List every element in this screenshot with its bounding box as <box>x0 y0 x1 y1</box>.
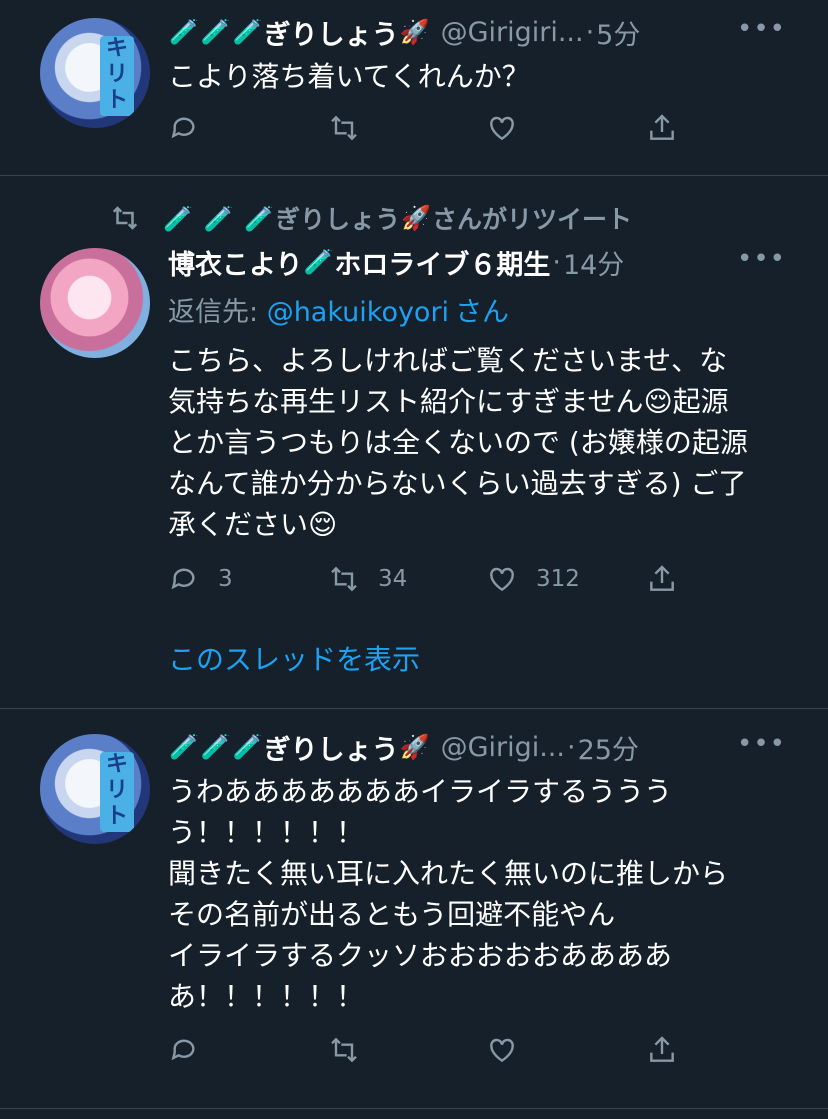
test-tube-emoji-icon: 🧪 <box>244 205 275 233</box>
share-button[interactable] <box>646 1034 678 1066</box>
show-thread-link[interactable]: このスレッドを表示 <box>168 638 420 678</box>
tweet-text: こちら、よろしければご覧くださいませ、な 気持ちな再生リスト紹介にすぎません😌起… <box>168 344 748 541</box>
rocket-emoji-icon: 🚀 <box>401 204 432 232</box>
reply-count: 3 <box>218 566 233 592</box>
tweet-text: うわあああああああイライラするううう う！！！！！！ 聞きたく無い耳に入れたく無… <box>168 775 729 1013</box>
like-button[interactable] <box>486 1034 536 1066</box>
reply-button[interactable] <box>168 112 218 144</box>
share-icon <box>650 1036 674 1062</box>
retweet-icon <box>331 566 357 592</box>
action-bar: 3 34 312 <box>168 563 688 599</box>
test-tube-emoji-icon: 🧪 <box>163 205 193 233</box>
share-button[interactable] <box>646 112 678 144</box>
reply-prefix: 返信先: <box>168 297 267 328</box>
reply-icon <box>171 568 195 590</box>
timestamp[interactable]: 5分 <box>596 13 640 52</box>
display-name[interactable]: 博衣こより <box>168 243 302 282</box>
test-tube-emoji-icon: 🧪 <box>303 248 334 276</box>
more-options-icon[interactable]: ••• <box>737 14 786 44</box>
user-handle[interactable]: @Girigi... <box>441 732 565 763</box>
test-tube-emoji-icon: 🧪 <box>200 18 231 46</box>
like-button[interactable] <box>486 112 536 144</box>
tweet-header: 🧪 🧪 🧪 ぎりしょう 🚀 @Girigiri... · 5分 <box>168 12 640 52</box>
more-options-icon[interactable]: ••• <box>737 729 786 759</box>
avatar-tag: キリト <box>100 752 134 832</box>
heart-icon <box>490 1038 514 1063</box>
rocket-emoji-icon: 🚀 <box>399 733 430 761</box>
reply-icon <box>171 117 195 139</box>
reply-icon <box>171 1039 195 1061</box>
retweet-icon <box>112 206 138 230</box>
test-tube-emoji-icon: 🧪 <box>232 18 263 46</box>
tweet-3[interactable]: キリト 🧪 🧪 🧪 ぎりしょう 🚀 @Girigi... · 25分 ••• う… <box>0 709 828 1109</box>
timestamp[interactable]: 14分 <box>563 243 624 282</box>
share-icon <box>650 565 674 591</box>
reply-suffix: さん <box>455 297 510 328</box>
divider <box>0 1108 828 1109</box>
retweet-icon <box>331 115 357 141</box>
action-bar <box>168 1034 688 1070</box>
tweet-header: 🧪 🧪 🧪 ぎりしょう 🚀 @Girigi... · 25分 <box>168 727 639 767</box>
retweeter-name[interactable]: ぎりしょう <box>275 200 400 236</box>
retweet-count: 34 <box>378 566 408 592</box>
test-tube-emoji-icon: 🧪 <box>169 733 199 761</box>
test-tube-emoji-icon: 🧪 <box>169 18 199 46</box>
user-handle[interactable]: @Girigiri... <box>441 17 584 48</box>
reply-handle-link[interactable]: @hakuikoyori <box>267 297 449 328</box>
tweet-2[interactable]: 🧪 🧪 🧪 ぎりしょう 🚀 さんがリツイート 博衣こより 🧪 ホロライブ６期生 … <box>0 176 828 708</box>
display-name-suffix[interactable]: ホロライブ６期生 <box>334 243 550 282</box>
avatar-tag: キリト <box>100 36 134 116</box>
reply-button[interactable]: 3 <box>168 563 233 595</box>
heart-icon <box>490 567 514 592</box>
retweet-button[interactable]: 34 <box>328 563 407 595</box>
share-button[interactable] <box>646 563 678 595</box>
tweet-header: 博衣こより 🧪 ホロライブ６期生 · 14分 <box>168 242 624 282</box>
more-options-icon[interactable]: ••• <box>737 244 786 274</box>
retweet-suffix: さんがリツイート <box>432 205 633 234</box>
reply-button[interactable] <box>168 1034 218 1066</box>
separator-dot: · <box>585 16 595 48</box>
heart-icon <box>490 116 514 141</box>
tweet-text: こより落ち着いてくれんか？ <box>168 60 530 93</box>
separator-dot: · <box>566 731 576 763</box>
tweet-1[interactable]: キリト 🧪 🧪 🧪 ぎりしょう 🚀 @Girigiri... · 5分 ••• … <box>0 0 828 175</box>
share-icon <box>650 114 674 140</box>
retweet-context: 🧪 🧪 🧪 ぎりしょう 🚀 さんがリツイート <box>110 200 632 236</box>
retweet-button[interactable] <box>328 1034 378 1066</box>
display-name[interactable]: ぎりしょう <box>264 728 399 767</box>
reply-context: 返信先: @hakuikoyori さん <box>168 290 509 329</box>
like-button[interactable]: 312 <box>486 563 580 595</box>
test-tube-emoji-icon: 🧪 <box>203 205 234 233</box>
test-tube-emoji-icon: 🧪 <box>232 733 263 761</box>
retweet-icon <box>331 1037 357 1063</box>
avatar[interactable] <box>40 248 150 358</box>
avatar[interactable]: キリト <box>40 18 150 128</box>
test-tube-emoji-icon: 🧪 <box>200 733 231 761</box>
avatar[interactable]: キリト <box>40 734 150 844</box>
separator-dot: · <box>552 246 561 278</box>
rocket-emoji-icon: 🚀 <box>399 18 430 46</box>
like-count: 312 <box>536 566 580 592</box>
retweet-button[interactable] <box>328 112 378 144</box>
display-name[interactable]: ぎりしょう <box>264 13 399 52</box>
timestamp[interactable]: 25分 <box>578 728 639 767</box>
action-bar <box>168 112 688 148</box>
